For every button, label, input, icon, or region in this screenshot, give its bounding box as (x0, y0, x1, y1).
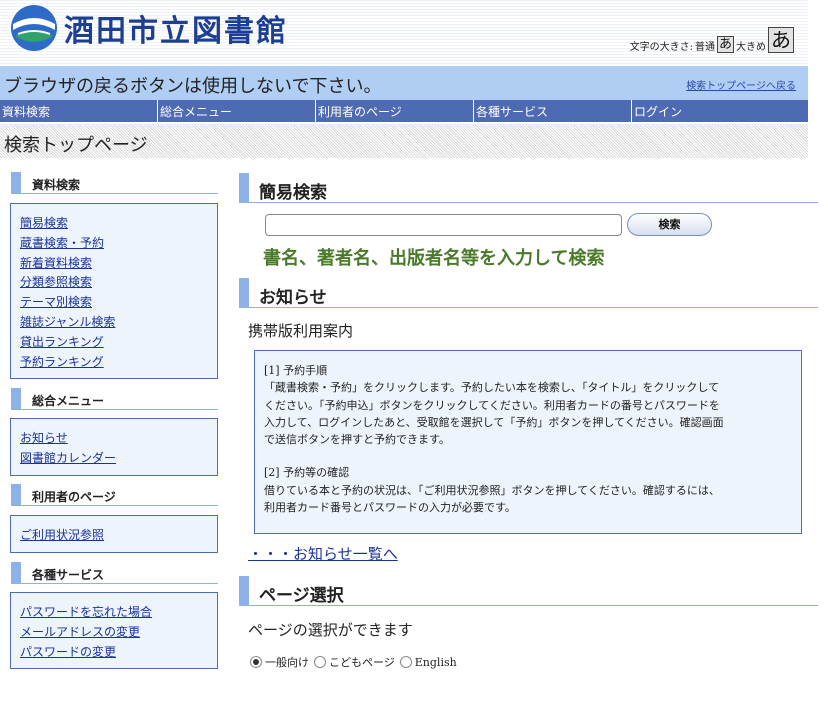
back-to-search-top-link[interactable]: 検索トップページへ戻る (686, 77, 796, 92)
simple-search-heading: 簡易検索 (239, 173, 818, 203)
sidebar-heading-material-search: 資料検索 (11, 172, 218, 194)
sidebar-box-services: パスワードを忘れた場合 メールアドレスの変更 パスワードの変更 (10, 592, 218, 669)
radio-general-label[interactable]: 一般向け (265, 654, 309, 670)
sidebar-link-magazine-genre[interactable]: 雑誌ジャンル検索 (20, 313, 217, 333)
page-title: 検索トップページ (4, 135, 148, 156)
news-heading: お知らせ (239, 278, 818, 308)
reservation-steps-line: で送信ボタンを押すと予約できます。 (264, 433, 450, 447)
search-button[interactable]: 検索 (627, 213, 712, 236)
sidebar-link-change-password[interactable]: パスワードの変更 (20, 643, 217, 663)
sidebar-link-loan-ranking[interactable]: 貸出ランキング (20, 333, 217, 353)
sidebar-link-reservation-ranking[interactable]: 予約ランキング (20, 353, 217, 373)
sidebar-box-user-page: ご利用状況参照 (10, 515, 218, 553)
browser-notice-bar: ブラウザの戻るボタンは使用しないで下さい。 検索トップページへ戻る (0, 66, 808, 100)
nav-item-general-menu[interactable]: 総合メニュー (158, 100, 316, 122)
sidebar-link-change-email[interactable]: メールアドレスの変更 (20, 623, 217, 643)
browser-back-warning: ブラウザの戻るボタンは使用しないで下さい。 (4, 76, 382, 97)
mobile-guide-title: 携帯版利用案内 (248, 322, 354, 340)
radio-kids-label[interactable]: こどもページ (329, 654, 395, 670)
sidebar-link-calendar[interactable]: 図書館カレンダー (20, 449, 217, 469)
search-input[interactable] (265, 214, 622, 236)
sidebar-heading-general-menu: 総合メニュー (11, 388, 218, 410)
reservation-check-heading: [2] 予約等の確認 (264, 466, 350, 480)
reservation-steps-line: 「蔵書検索・予約」をクリックします。予約したい本を検索し、「タイトル」をクリック… (264, 381, 720, 395)
nav-item-material-search[interactable]: 資料検索 (0, 100, 158, 122)
all-notices-link[interactable]: ・・・お知らせ一覧へ (248, 543, 398, 564)
reservation-steps-line: ください。「予約申込」ボタンをクリックしてください。利用者カードの番号とパスワー… (264, 398, 720, 412)
sidebar-box-general-menu: お知らせ 図書館カレンダー (10, 418, 218, 476)
sidebar-heading-user-page: 利用者のページ (11, 484, 218, 506)
font-size-normal-label: 普通 (695, 42, 715, 53)
font-size-normal-button[interactable]: あ (717, 36, 734, 53)
sidebar-link-usage-status[interactable]: ご利用状況参照 (20, 526, 217, 546)
sidebar-link-forgot-password[interactable]: パスワードを忘れた場合 (20, 603, 217, 623)
font-size-switcher: 文字の大きさ: 普通 あ 大きめ あ (630, 27, 794, 53)
page-title-bar: 検索トップページ (0, 124, 808, 158)
news-box: [1] 予約手順 「蔵書検索・予約」をクリックします。予約したい本を検索し、「タ… (254, 350, 802, 534)
reservation-check-line: 借りている本と予約の状況は、「ご利用状況参照」ボタンを押してください。確認するに… (264, 483, 720, 497)
sidebar-link-theme-search[interactable]: テーマ別検索 (20, 293, 217, 313)
radio-english[interactable] (399, 656, 412, 668)
sidebar-link-new-arrivals[interactable]: 新着資料検索 (20, 254, 217, 274)
page-select-description: ページの選択ができます (248, 621, 413, 639)
library-logo-icon[interactable] (10, 4, 58, 52)
radio-kids[interactable] (314, 656, 326, 668)
header: 酒田市立図書館 文字の大きさ: 普通 あ 大きめ あ (0, 0, 808, 66)
sidebar-box-material-search: 簡易検索 蔵書検索・予約 新着資料検索 分類参照検索 テーマ別検索 雑誌ジャンル… (10, 203, 218, 379)
font-size-label: 文字の大きさ: (629, 42, 693, 53)
font-size-large-label: 大きめ (736, 42, 766, 53)
reservation-steps-heading: [1] 予約手順 (264, 364, 328, 377)
font-size-large-button[interactable]: あ (768, 27, 794, 53)
radio-english-label[interactable]: English (415, 656, 457, 669)
sidebar-link-collection-search[interactable]: 蔵書検索・予約 (20, 234, 217, 254)
sidebar-heading-services: 各種サービス (11, 562, 218, 584)
radio-general[interactable] (250, 656, 262, 668)
reservation-check-line: 利用者カード番号とパスワードの入力が必要です。 (264, 501, 516, 515)
sidebar-link-news[interactable]: お知らせ (20, 429, 217, 449)
nav-item-user-page[interactable]: 利用者のページ (316, 100, 474, 122)
nav-item-services[interactable]: 各種サービス (474, 100, 632, 122)
site-title: 酒田市立図書館 (64, 14, 288, 49)
page-select-heading: ページ選択 (239, 576, 818, 606)
sidebar-link-classification-search[interactable]: 分類参照検索 (20, 273, 217, 293)
search-hint: 書名、著者名、出版者名等を入力して検索 (263, 248, 605, 269)
page-select-radios: 一般向け こどもページ English (250, 654, 462, 670)
reservation-steps-line: 入力して、ログインしたあと、受取館を選択して「予約」ボタンを押してください。確認… (264, 415, 724, 429)
main-nav: 資料検索 総合メニュー 利用者のページ 各種サービス ログイン (0, 100, 808, 122)
nav-item-login[interactable]: ログイン (632, 100, 792, 122)
sidebar-link-simple-search[interactable]: 簡易検索 (20, 214, 217, 234)
